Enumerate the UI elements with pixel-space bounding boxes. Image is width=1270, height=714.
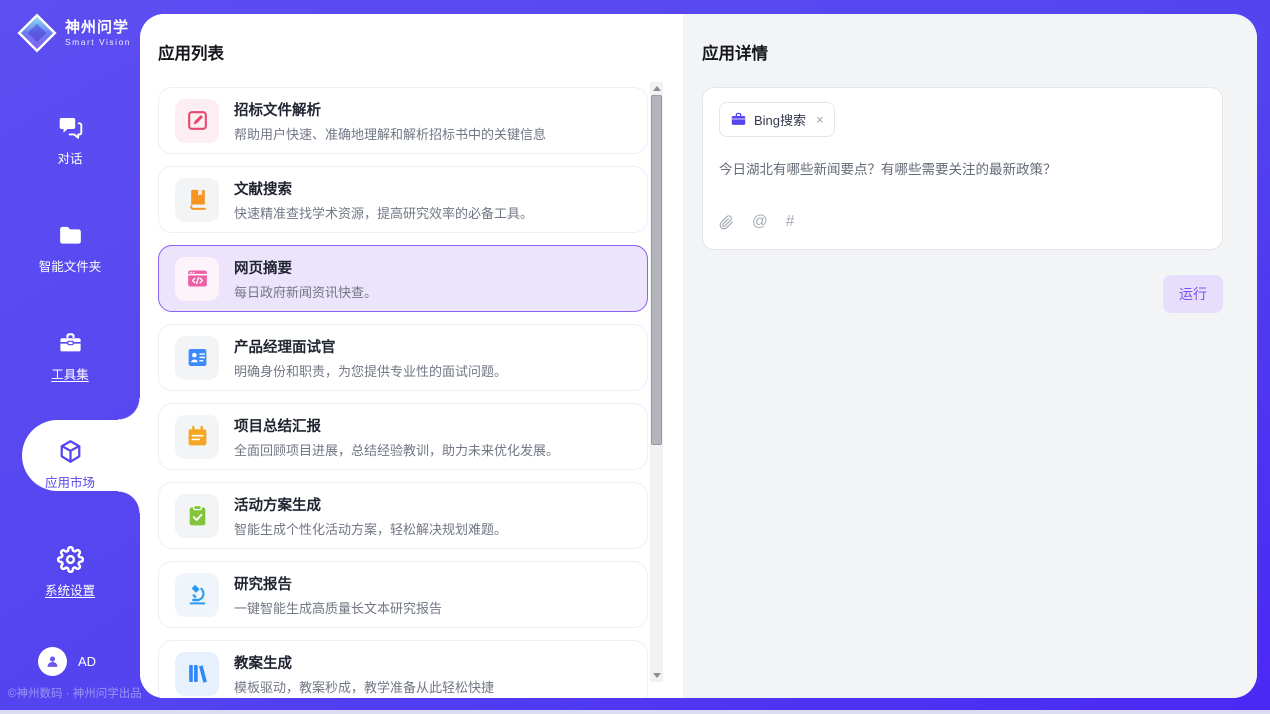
app-card[interactable]: 文献搜索快速精准查找学术资源，提高研究效率的必备工具。 (158, 166, 648, 233)
sidebar-nav: 对话智能文件夹工具集应用市场系统设置 (0, 86, 140, 626)
logo: 神州问学 Smart Vision (16, 12, 131, 54)
app-icon-box (175, 336, 219, 380)
toolbox-icon (57, 330, 84, 357)
app-icon-box (175, 652, 219, 696)
close-icon[interactable]: × (816, 113, 824, 126)
logo-title: 神州问学 (65, 19, 131, 36)
query-text[interactable]: 今日湖北有哪些新闻要点？有哪些需要关注的最新政策？ (719, 158, 1206, 178)
app-icon-box (175, 573, 219, 617)
app-list-title: 应用列表 (158, 40, 683, 64)
app-name: 产品经理面试官 (234, 336, 507, 357)
app-card[interactable]: 活动方案生成智能生成个性化活动方案，轻松解决规划难题。 (158, 482, 648, 549)
app-description: 帮助用户快速、准确地理解和解析招标书中的关键信息 (234, 124, 546, 143)
app-name: 文献搜索 (234, 178, 533, 199)
interviewer-icon (185, 345, 210, 370)
app-card[interactable]: 研究报告一键智能生成高质量长文本研究报告 (158, 561, 648, 628)
app-card[interactable]: 招标文件解析帮助用户快速、准确地理解和解析招标书中的关键信息 (158, 87, 648, 154)
copyright-footer: ©神州数码 · 神州问学出品 (8, 685, 142, 701)
query-input-card[interactable]: Bing搜索 × 今日湖北有哪些新闻要点？有哪些需要关注的最新政策？ @ # (702, 87, 1223, 250)
app-icon-box (175, 415, 219, 459)
bottom-edge-strip (0, 710, 1270, 714)
books-icon (185, 661, 210, 686)
chat-icon (57, 114, 84, 141)
app-description: 明确身份和职责，为您提供专业性的面试问题。 (234, 361, 507, 380)
main-content: 应用列表 招标文件解析帮助用户快速、准确地理解和解析招标书中的关键信息文献搜索快… (140, 14, 1257, 698)
gear-icon (57, 546, 84, 573)
app-detail-title: 应用详情 (702, 40, 1223, 64)
avatar (38, 647, 67, 676)
sidebar-item-label: 对话 (57, 148, 82, 167)
edit-doc-icon (185, 108, 210, 133)
paperclip-icon[interactable] (719, 215, 734, 230)
sidebar-item-gear[interactable]: 系统设置 (0, 518, 140, 626)
app-name: 活动方案生成 (234, 494, 507, 515)
folder-icon (57, 222, 84, 249)
scrollbar-up-arrow[interactable] (650, 82, 663, 95)
sidebar-item-label: 智能文件夹 (39, 256, 102, 275)
app-card[interactable]: 网页摘要每日政府新闻资讯快查。 (158, 245, 648, 312)
microscope-icon (185, 582, 210, 607)
tool-chip-bing-search[interactable]: Bing搜索 × (719, 102, 835, 137)
app-description: 一键智能生成高质量长文本研究报告 (234, 598, 442, 617)
topic-icon[interactable]: # (786, 213, 795, 231)
calendar-icon (185, 424, 210, 449)
app-description: 快速精准查找学术资源，提高研究效率的必备工具。 (234, 203, 533, 222)
app-name: 网页摘要 (234, 257, 377, 278)
sidebar-item-toolbox[interactable]: 工具集 (0, 302, 140, 410)
app-name: 教案生成 (234, 652, 494, 673)
person-icon (44, 653, 61, 670)
app-card[interactable]: 教案生成模板驱动，教案秒成，教学准备从此轻松快捷 (158, 640, 648, 698)
app-detail-panel: 应用详情 Bing搜索 × 今日湖北有哪些新闻要点？有哪些需要关注的最新政策？ (683, 14, 1257, 698)
app-icon-box (175, 99, 219, 143)
user-profile[interactable]: AD (38, 647, 96, 676)
sidebar-item-folder[interactable]: 智能文件夹 (0, 194, 140, 302)
app-description: 模板驱动，教案秒成，教学准备从此轻松快捷 (234, 677, 494, 696)
cube-icon (57, 438, 84, 465)
app-list-panel: 应用列表 招标文件解析帮助用户快速、准确地理解和解析招标书中的关键信息文献搜索快… (140, 14, 683, 698)
app-window: 神州问学 Smart Vision 对话智能文件夹工具集应用市场系统设置 AD … (0, 0, 1270, 714)
app-description: 智能生成个性化活动方案，轻松解决规划难题。 (234, 519, 507, 538)
sidebar: 神州问学 Smart Vision 对话智能文件夹工具集应用市场系统设置 AD … (0, 0, 140, 714)
run-button[interactable]: 运行 (1163, 275, 1223, 313)
logo-subtitle: Smart Vision (65, 37, 131, 47)
app-icon-box (175, 257, 219, 301)
app-description: 全面回顾项目进展，总结经验教训，助力未来优化发展。 (234, 440, 559, 459)
app-name: 招标文件解析 (234, 99, 546, 120)
clipboard-check-icon (185, 503, 210, 528)
user-initials: AD (78, 654, 96, 669)
app-description: 每日政府新闻资讯快查。 (234, 282, 377, 301)
app-icon-box (175, 178, 219, 222)
app-name: 研究报告 (234, 573, 442, 594)
briefcase-icon (730, 111, 747, 128)
sidebar-item-cube[interactable]: 应用市场 (0, 410, 140, 518)
browser-code-icon (185, 266, 210, 291)
logo-diamond-icon (16, 12, 58, 54)
app-card[interactable]: 产品经理面试官明确身份和职责，为您提供专业性的面试问题。 (158, 324, 648, 391)
app-icon-box (175, 494, 219, 538)
sidebar-item-label: 应用市场 (45, 472, 95, 491)
scrollbar-thumb[interactable] (651, 95, 662, 445)
app-card-list: 招标文件解析帮助用户快速、准确地理解和解析招标书中的关键信息文献搜索快速精准查找… (158, 87, 648, 698)
app-card[interactable]: 项目总结汇报全面回顾项目进展，总结经验教训，助力未来优化发展。 (158, 403, 648, 470)
sidebar-item-label: 工具集 (51, 364, 89, 383)
tool-chip-label: Bing搜索 (754, 110, 806, 129)
scrollbar-down-arrow[interactable] (650, 669, 663, 682)
sidebar-item-label: 系统设置 (45, 580, 95, 599)
book-icon (185, 187, 210, 212)
mention-icon[interactable]: @ (752, 213, 768, 231)
scrollbar[interactable] (650, 82, 663, 682)
app-name: 项目总结汇报 (234, 415, 559, 436)
sidebar-item-chat[interactable]: 对话 (0, 86, 140, 194)
input-toolbar: @ # (719, 213, 1206, 231)
